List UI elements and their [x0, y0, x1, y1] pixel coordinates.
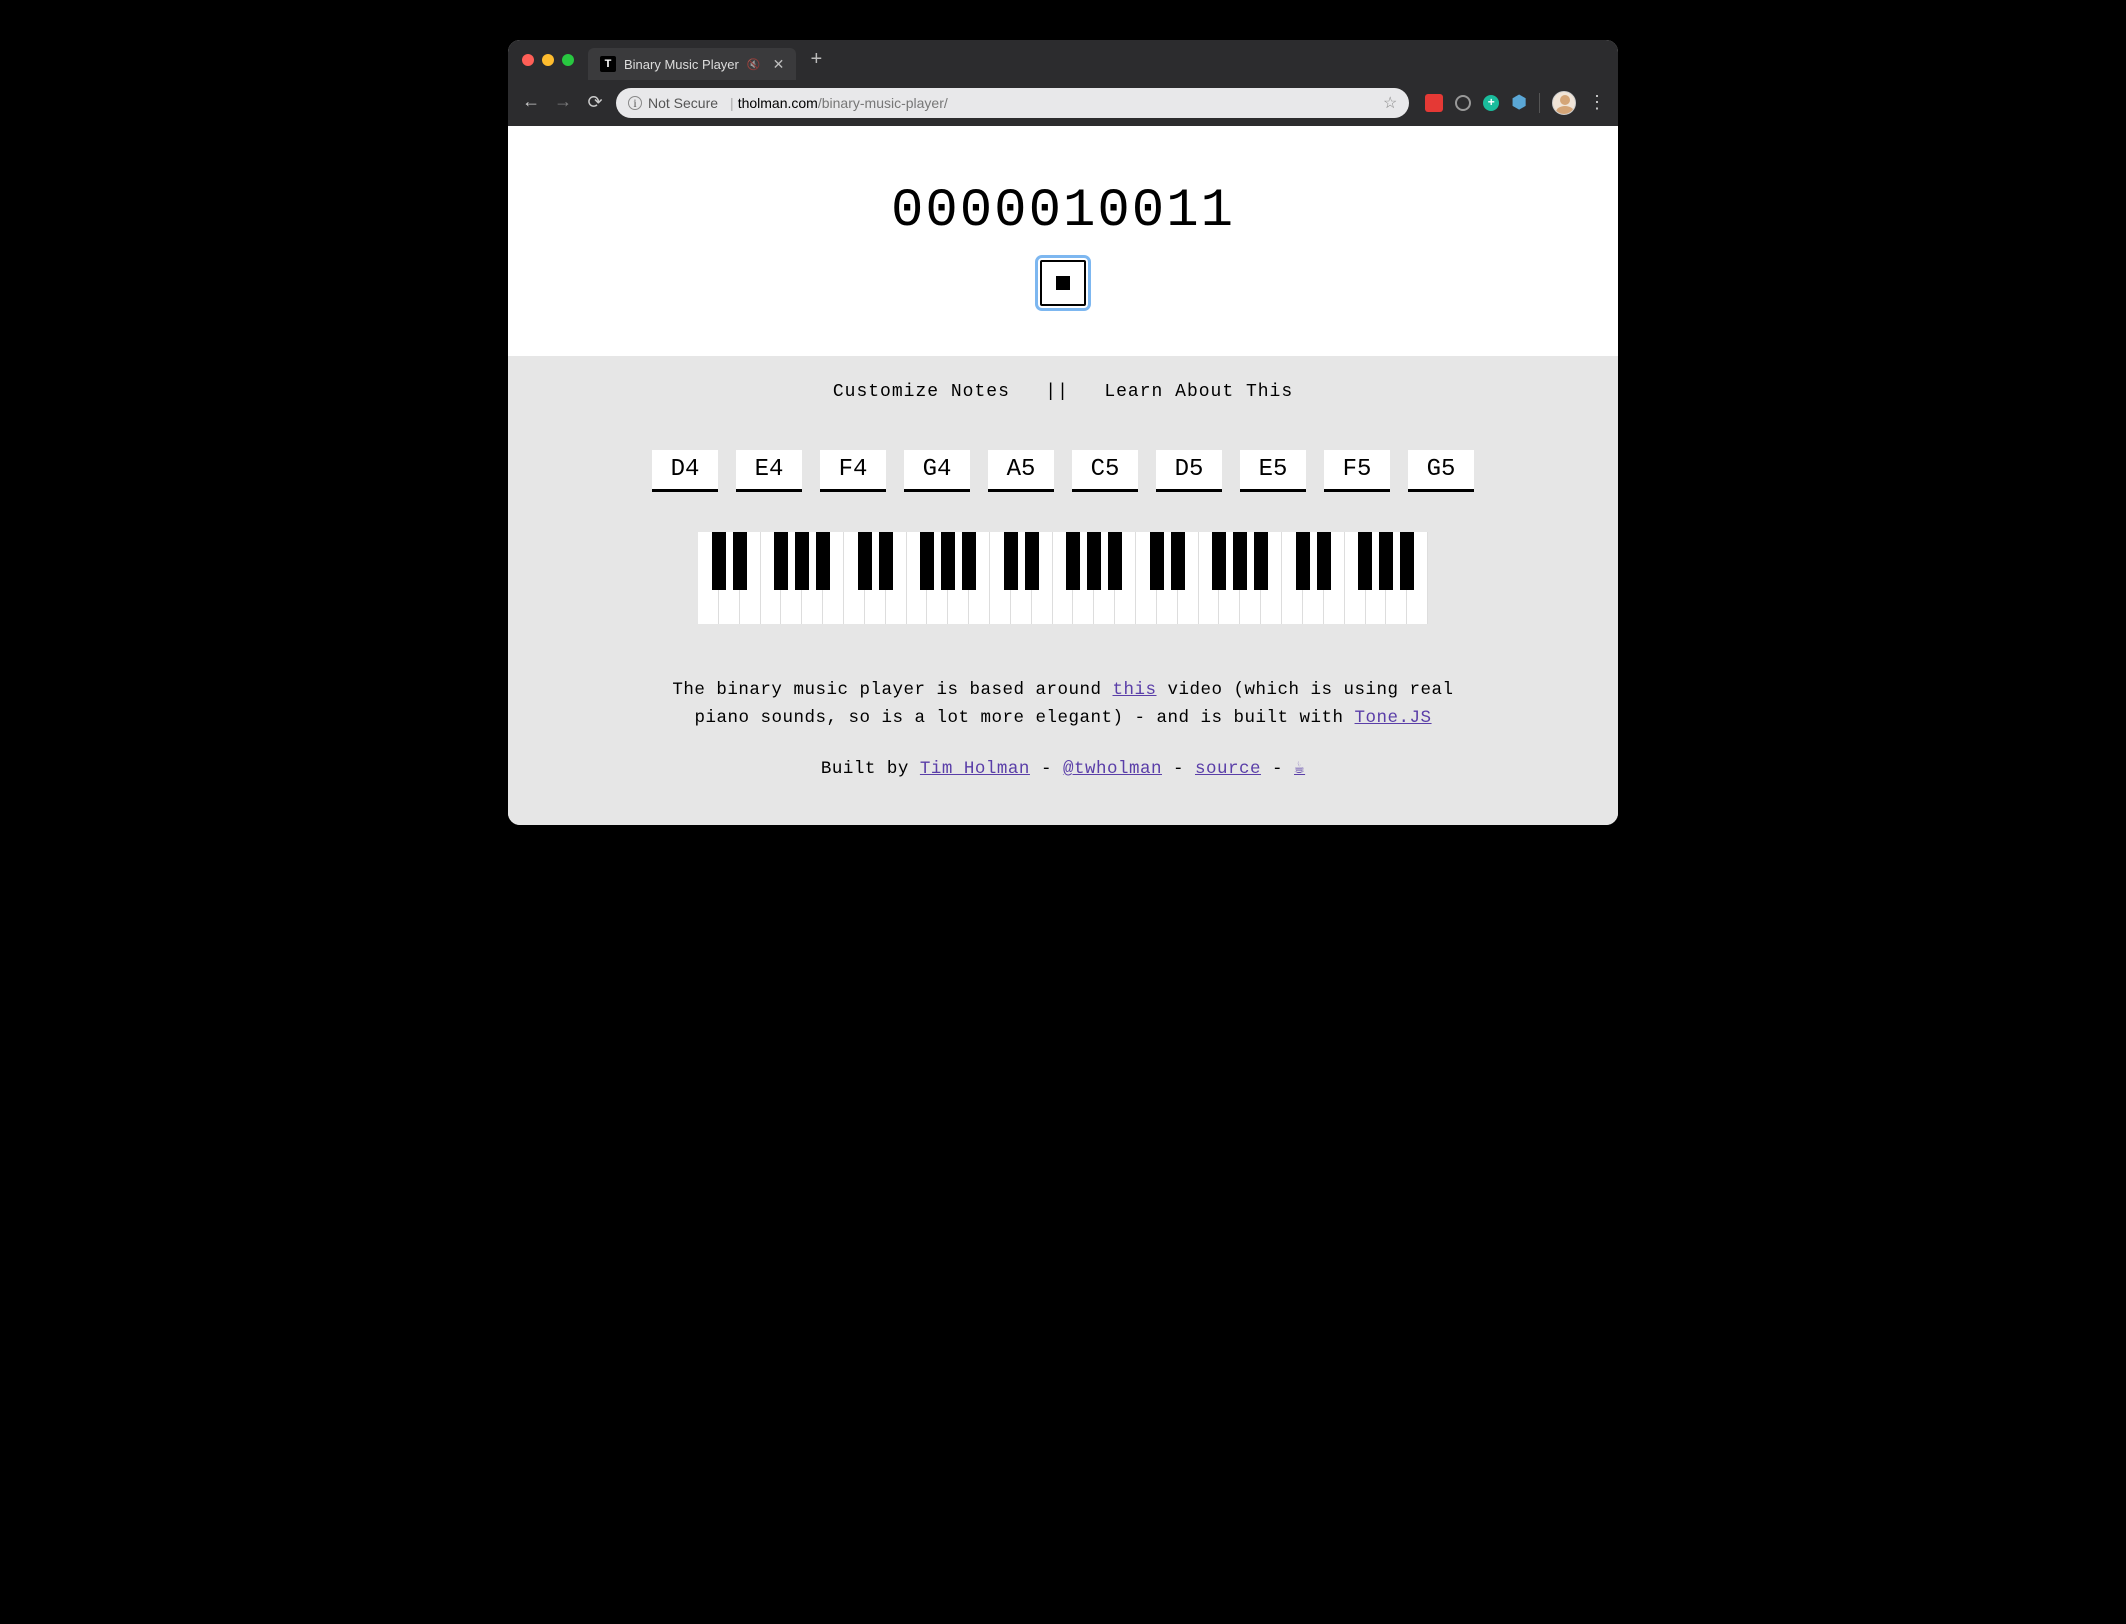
- note-input-9[interactable]: [1408, 450, 1474, 492]
- url-path: /binary-music-player/: [818, 95, 948, 111]
- bookmark-icon[interactable]: ☆: [1383, 93, 1397, 113]
- customize-notes-link[interactable]: Customize Notes: [833, 382, 1010, 402]
- piano-black-key[interactable]: [1379, 532, 1393, 590]
- piano-black-key[interactable]: [1004, 532, 1018, 590]
- maximize-window-button[interactable]: [562, 54, 574, 66]
- note-inputs-row: [508, 450, 1618, 492]
- stop-button[interactable]: [1040, 260, 1086, 306]
- main-top-panel: 0000010011: [508, 126, 1618, 356]
- minimize-window-button[interactable]: [542, 54, 554, 66]
- titlebar: T Binary Music Player 🔇 ✕ +: [508, 40, 1618, 80]
- info-icon: i: [628, 96, 642, 110]
- piano-black-key[interactable]: [858, 532, 872, 590]
- piano-black-key[interactable]: [1108, 532, 1122, 590]
- credits-dash3: -: [1261, 759, 1294, 779]
- credits-dash2: -: [1162, 759, 1195, 779]
- piano-black-key[interactable]: [1254, 532, 1268, 590]
- link-separator2: [1069, 382, 1093, 402]
- piano-black-key[interactable]: [733, 532, 747, 590]
- note-input-8[interactable]: [1324, 450, 1390, 492]
- credits-coffee-link[interactable]: ☕: [1294, 759, 1305, 779]
- browser-menu-button[interactable]: ⋮: [1588, 92, 1606, 114]
- piano-black-key[interactable]: [1087, 532, 1101, 590]
- tab-title: Binary Music Player: [624, 57, 739, 72]
- browser-toolbar: ← → ⟳ i Not Secure | tholman.com/binary-…: [508, 80, 1618, 126]
- toolbar-divider: [1539, 93, 1540, 113]
- forward-button[interactable]: →: [552, 93, 574, 113]
- piano-black-key[interactable]: [941, 532, 955, 590]
- note-input-2[interactable]: [820, 450, 886, 492]
- piano-black-key[interactable]: [712, 532, 726, 590]
- credits-author-link[interactable]: Tim Holman: [920, 759, 1030, 779]
- extensions: ⬢ ⋮: [1425, 91, 1606, 115]
- piano-black-key[interactable]: [920, 532, 934, 590]
- note-input-6[interactable]: [1156, 450, 1222, 492]
- piano-black-key[interactable]: [1212, 532, 1226, 590]
- piano-black-key[interactable]: [1400, 532, 1414, 590]
- piano-black-key[interactable]: [1358, 532, 1372, 590]
- desc-link-this[interactable]: this: [1113, 680, 1157, 700]
- piano-black-key[interactable]: [1150, 532, 1164, 590]
- desc-link-tonejs[interactable]: Tone.JS: [1355, 708, 1432, 728]
- note-input-1[interactable]: [736, 450, 802, 492]
- back-button[interactable]: ←: [520, 93, 542, 113]
- section-links: Customize Notes || Learn About This: [508, 382, 1618, 402]
- note-input-5[interactable]: [1072, 450, 1138, 492]
- piano-black-key[interactable]: [795, 532, 809, 590]
- description-text: The binary music player is based around …: [653, 676, 1473, 732]
- piano-black-key[interactable]: [774, 532, 788, 590]
- browser-tab[interactable]: T Binary Music Player 🔇 ✕: [588, 48, 796, 80]
- piano-black-key[interactable]: [1233, 532, 1247, 590]
- credits-builtby: Built by: [821, 759, 920, 779]
- extension-todoist-icon[interactable]: [1425, 94, 1443, 112]
- credits-source-link[interactable]: source: [1195, 759, 1261, 779]
- close-tab-icon[interactable]: ✕: [773, 56, 785, 73]
- piano-black-key[interactable]: [816, 532, 830, 590]
- piano-black-key[interactable]: [1171, 532, 1185, 590]
- credits-line: Built by Tim Holman - @twholman - source…: [508, 758, 1618, 779]
- learn-about-link[interactable]: Learn About This: [1104, 382, 1293, 402]
- mute-icon[interactable]: 🔇: [747, 58, 761, 71]
- site-info[interactable]: i Not Secure: [628, 95, 718, 111]
- note-input-0[interactable]: [652, 450, 718, 492]
- favicon-icon: T: [600, 56, 616, 72]
- address-bar[interactable]: i Not Secure | tholman.com/binary-music-…: [616, 88, 1409, 118]
- url-separator: |: [730, 95, 734, 111]
- close-window-button[interactable]: [522, 54, 534, 66]
- traffic-lights: [522, 54, 574, 66]
- piano-black-key[interactable]: [1066, 532, 1080, 590]
- desc-pre: The binary music player is based around: [672, 680, 1112, 700]
- piano-black-key[interactable]: [962, 532, 976, 590]
- note-input-4[interactable]: [988, 450, 1054, 492]
- extension-add-icon[interactable]: [1483, 95, 1499, 111]
- piano-keyboard[interactable]: [698, 532, 1428, 624]
- note-input-3[interactable]: [904, 450, 970, 492]
- note-input-7[interactable]: [1240, 450, 1306, 492]
- credits-handle-link[interactable]: @twholman: [1063, 759, 1162, 779]
- extension-circle-icon[interactable]: [1455, 95, 1471, 111]
- url-domain: tholman.com: [738, 95, 818, 111]
- piano-black-key[interactable]: [1025, 532, 1039, 590]
- main-bottom-panel: Customize Notes || Learn About This The …: [508, 356, 1618, 825]
- browser-window: T Binary Music Player 🔇 ✕ + ← → ⟳ i Not …: [508, 40, 1618, 825]
- binary-counter: 0000010011: [508, 181, 1618, 242]
- new-tab-button[interactable]: +: [810, 49, 822, 72]
- piano-black-key[interactable]: [1317, 532, 1331, 590]
- reload-button[interactable]: ⟳: [584, 92, 606, 114]
- credits-dash1: -: [1030, 759, 1063, 779]
- link-separator: [1022, 382, 1046, 402]
- link-divider: ||: [1045, 382, 1069, 402]
- not-secure-label: Not Secure: [648, 95, 718, 111]
- profile-avatar[interactable]: [1552, 91, 1576, 115]
- piano-black-key[interactable]: [1296, 532, 1310, 590]
- stop-icon: [1056, 276, 1070, 290]
- extension-hex-icon[interactable]: ⬢: [1511, 92, 1527, 114]
- piano-black-key[interactable]: [879, 532, 893, 590]
